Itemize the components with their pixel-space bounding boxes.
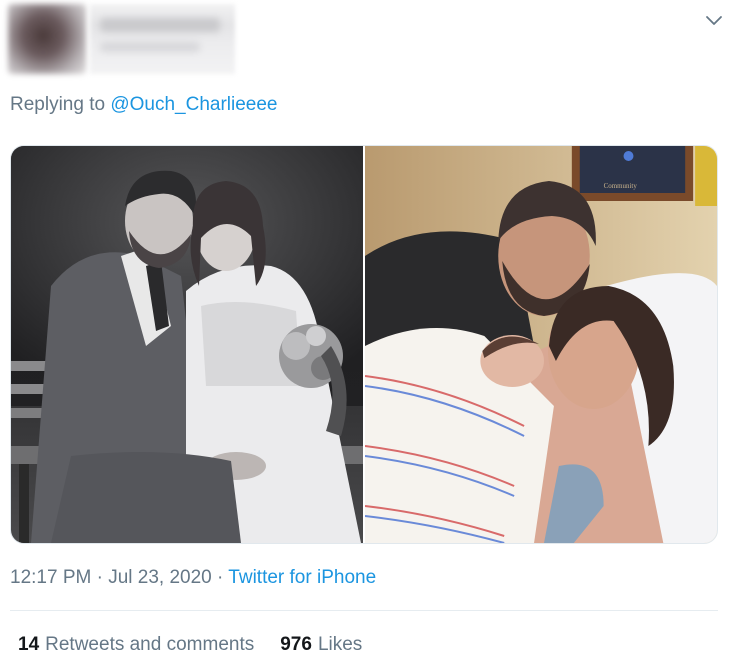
retweets-count: 14 [18, 634, 40, 655]
tweet-meta: 12:17 PM · Jul 23, 2020 · Twitter for iP… [10, 567, 376, 589]
meta-separator: · [96, 567, 103, 588]
tweet-source-link[interactable]: Twitter for iPhone [228, 567, 376, 588]
likes-stat[interactable]: 976 Likes [280, 634, 362, 656]
likes-count: 976 [280, 634, 312, 655]
newborn-photo-image: Community [365, 146, 717, 543]
avatar[interactable] [8, 4, 86, 74]
replying-prefix: Replying to [10, 94, 106, 115]
tweet-time[interactable]: 12:17 PM [10, 567, 91, 588]
photo-newborn[interactable]: Community [365, 146, 717, 543]
chevron-down-icon[interactable] [704, 10, 724, 30]
wedding-photo-image [11, 146, 363, 543]
tweet-detail: Replying to @Ouch_Charlieeee Community 1… [0, 0, 730, 665]
retweets-label: Retweets and comments [45, 634, 255, 655]
likes-label: Likes [317, 634, 363, 655]
meta-separator: · [217, 567, 224, 588]
photo-wedding[interactable] [11, 146, 363, 543]
tweet-date[interactable]: Jul 23, 2020 [108, 567, 212, 588]
tweet-stats: 14 Retweets and comments 976 Likes [18, 634, 362, 656]
author-name-blurred[interactable] [90, 4, 235, 74]
replying-to: Replying to @Ouch_Charlieeee [10, 94, 278, 116]
tweet-header [8, 4, 723, 74]
retweets-stat[interactable]: 14 Retweets and comments [18, 634, 254, 656]
svg-text:Community: Community [604, 182, 638, 190]
media-grid: Community [10, 145, 718, 544]
mention-link[interactable]: @Ouch_Charlieeee [110, 94, 277, 115]
divider [10, 610, 718, 611]
